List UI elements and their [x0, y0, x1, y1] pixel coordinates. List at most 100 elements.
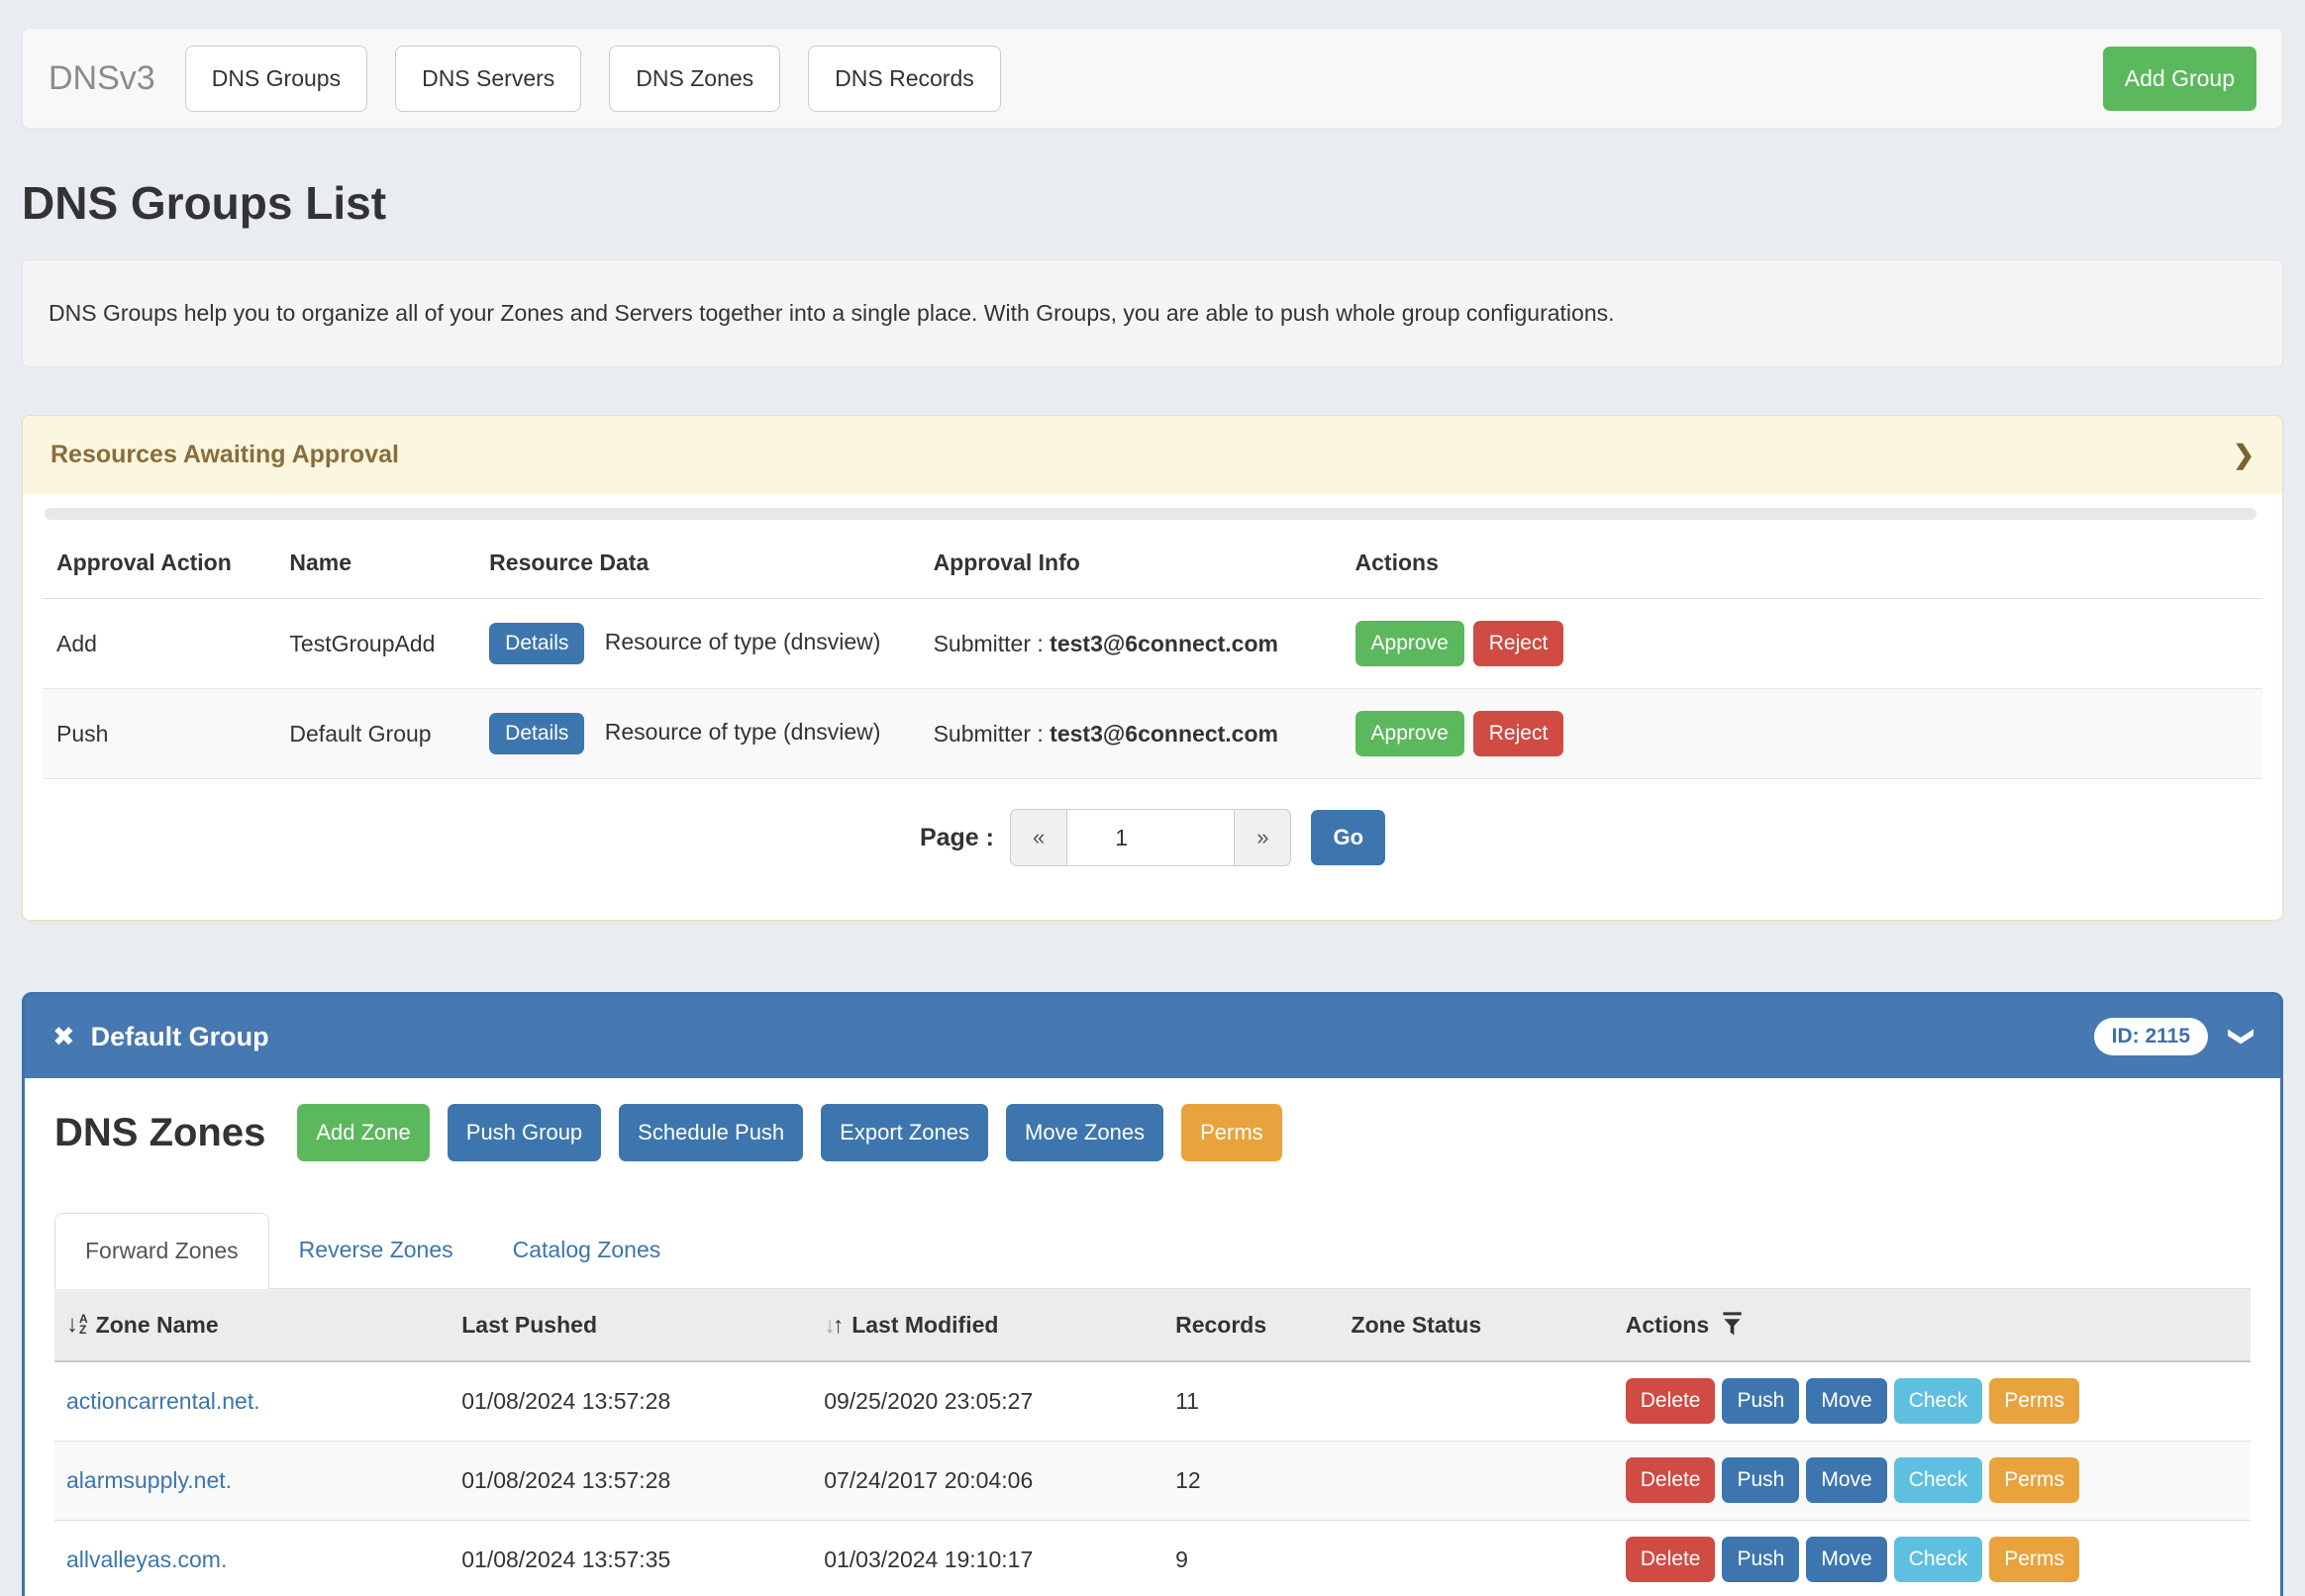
details-button[interactable]: Details: [489, 713, 584, 754]
move-zones-button[interactable]: Move Zones: [1006, 1104, 1163, 1161]
check-zone-button[interactable]: Check: [1894, 1378, 1983, 1424]
submitter-email: test3@6connect.com: [1050, 721, 1278, 747]
group-title: Default Group: [91, 1022, 269, 1052]
perms-button[interactable]: Perms: [1181, 1104, 1282, 1161]
zone-status-cell: [1340, 1520, 1614, 1596]
page-title: DNS Groups List: [22, 180, 2283, 226]
default-group-panel: ✖ Default Group ID: 2115 ❯ DNS Zones Add…: [22, 992, 2283, 1596]
records-cell: 12: [1163, 1441, 1339, 1520]
approval-table: Approval Action Name Resource Data Appro…: [43, 528, 2262, 779]
close-icon[interactable]: ✖: [52, 1024, 75, 1050]
delete-zone-button[interactable]: Delete: [1626, 1537, 1716, 1582]
nav-dns-records-button[interactable]: DNS Records: [808, 46, 1001, 112]
page-description: DNS Groups help you to organize all of y…: [22, 259, 2283, 367]
approval-header-row: Approval Action Name Resource Data Appro…: [43, 528, 2262, 599]
nav-button-group: DNS Groups DNS Servers DNS Zones DNS Rec…: [185, 46, 1001, 112]
add-group-button[interactable]: Add Group: [2103, 47, 2256, 111]
go-button[interactable]: Go: [1311, 810, 1385, 865]
last-pushed-cell: 01/08/2024 13:57:28: [450, 1361, 812, 1441]
zone-name-link[interactable]: allvalleyas.com.: [66, 1546, 227, 1572]
nav-dns-zones-button[interactable]: DNS Zones: [609, 46, 780, 112]
zones-header-row: ↓ AZ Zone Name Last Pushed ↓↑: [54, 1289, 2251, 1361]
resource-type-text: Resource of type (dnsview): [605, 629, 881, 654]
details-button[interactable]: Details: [489, 623, 584, 664]
tab-forward-zones[interactable]: Forward Zones: [54, 1213, 269, 1289]
approval-action-cell: Add: [43, 599, 275, 689]
group-id-badge: ID: 2115: [2094, 1018, 2208, 1055]
approve-button[interactable]: Approve: [1355, 621, 1464, 666]
zone-name-link[interactable]: actioncarrental.net.: [66, 1388, 260, 1414]
approval-name-cell: TestGroupAdd: [275, 599, 475, 689]
export-zones-button[interactable]: Export Zones: [821, 1104, 988, 1161]
check-zone-button[interactable]: Check: [1894, 1457, 1983, 1503]
resource-type-text: Resource of type (dnsview): [605, 719, 881, 745]
submitter-label: Submitter :: [934, 631, 1044, 656]
next-page-button[interactable]: »: [1235, 809, 1291, 866]
dns-zones-toolbar: DNS Zones Add Zone Push Group Schedule P…: [54, 1104, 2251, 1161]
move-zone-button[interactable]: Move: [1806, 1378, 1886, 1424]
col-zone-status: Zone Status: [1340, 1289, 1614, 1361]
col-last-pushed: Last Pushed: [450, 1289, 812, 1361]
approval-name-cell: Default Group: [275, 689, 475, 779]
tab-reverse-zones[interactable]: Reverse Zones: [269, 1213, 483, 1288]
zones-table: ↓ AZ Zone Name Last Pushed ↓↑: [54, 1289, 2251, 1596]
last-pushed-cell: 01/08/2024 13:57:28: [450, 1441, 812, 1520]
col-approval-action: Approval Action: [43, 528, 275, 599]
zone-row: alarmsupply.net. 01/08/2024 13:57:28 07/…: [54, 1441, 2251, 1520]
filter-icon[interactable]: [1721, 1312, 1744, 1338]
sort-alpha-icon[interactable]: ↓ AZ: [66, 1311, 88, 1339]
page-label: Page :: [920, 824, 994, 852]
nav-dns-servers-button[interactable]: DNS Servers: [395, 46, 581, 112]
chevron-down-icon[interactable]: ❯: [2228, 1027, 2257, 1047]
col-last-modified: Last Modified: [852, 1312, 998, 1339]
perms-zone-button[interactable]: Perms: [1989, 1378, 2079, 1424]
tab-catalog-zones[interactable]: Catalog Zones: [483, 1213, 691, 1288]
move-zone-button[interactable]: Move: [1806, 1537, 1886, 1582]
reject-button[interactable]: Reject: [1473, 711, 1564, 756]
move-zone-button[interactable]: Move: [1806, 1457, 1886, 1503]
approval-info-cell: Submitter : test3@6connect.com: [920, 689, 1342, 779]
zone-row: allvalleyas.com. 01/08/2024 13:57:35 01/…: [54, 1520, 2251, 1596]
check-zone-button[interactable]: Check: [1894, 1537, 1983, 1582]
push-zone-button[interactable]: Push: [1722, 1378, 1799, 1424]
last-modified-cell: 01/03/2024 19:10:17: [812, 1520, 1163, 1596]
perms-zone-button[interactable]: Perms: [1989, 1537, 2079, 1582]
chevron-right-icon[interactable]: ❯: [2233, 440, 2255, 470]
last-pushed-cell: 01/08/2024 13:57:35: [450, 1520, 812, 1596]
approval-info-cell: Submitter : test3@6connect.com: [920, 599, 1342, 689]
approval-resource-cell: Details Resource of type (dnsview): [475, 599, 919, 689]
app-brand: DNSv3: [49, 59, 155, 98]
sort-updown-icon[interactable]: ↓↑: [824, 1312, 844, 1339]
group-panel-body: DNS Zones Add Zone Push Group Schedule P…: [25, 1078, 2280, 1596]
zone-name-link[interactable]: alarmsupply.net.: [66, 1467, 232, 1493]
page-control-group: « »: [1010, 809, 1292, 866]
perms-zone-button[interactable]: Perms: [1989, 1457, 2079, 1503]
approval-resource-cell: Details Resource of type (dnsview): [475, 689, 919, 779]
zone-row: actioncarrental.net. 01/08/2024 13:57:28…: [54, 1361, 2251, 1441]
last-modified-cell: 07/24/2017 20:04:06: [812, 1441, 1163, 1520]
col-actions: Actions: [1342, 528, 2262, 599]
col-zone-actions: Actions: [1626, 1312, 1709, 1339]
delete-zone-button[interactable]: Delete: [1626, 1457, 1716, 1503]
approval-panel: Resources Awaiting Approval ❯ Approval A…: [22, 415, 2283, 921]
dns-zones-heading: DNS Zones: [54, 1113, 265, 1152]
approve-button[interactable]: Approve: [1355, 711, 1464, 756]
previous-page-button[interactable]: «: [1010, 809, 1066, 866]
approval-row: Add TestGroupAdd Details Resource of typ…: [43, 599, 2262, 689]
col-records: Records: [1163, 1289, 1339, 1361]
push-zone-button[interactable]: Push: [1722, 1537, 1799, 1582]
schedule-push-button[interactable]: Schedule Push: [619, 1104, 803, 1161]
col-approval-info: Approval Info: [920, 528, 1342, 599]
reject-button[interactable]: Reject: [1473, 621, 1564, 666]
records-cell: 11: [1163, 1361, 1339, 1441]
approval-row: Push Default Group Details Resource of t…: [43, 689, 2262, 779]
nav-dns-groups-button[interactable]: DNS Groups: [185, 46, 367, 112]
top-navigation-bar: DNSv3 DNS Groups DNS Servers DNS Zones D…: [22, 28, 2283, 129]
page-number-input[interactable]: [1066, 809, 1235, 866]
add-zone-button[interactable]: Add Zone: [297, 1104, 429, 1161]
delete-zone-button[interactable]: Delete: [1626, 1378, 1716, 1424]
push-zone-button[interactable]: Push: [1722, 1457, 1799, 1503]
approval-pagination: Page : « » Go: [43, 809, 2262, 866]
push-group-button[interactable]: Push Group: [448, 1104, 601, 1161]
horizontal-scrollbar[interactable]: [45, 508, 2256, 520]
